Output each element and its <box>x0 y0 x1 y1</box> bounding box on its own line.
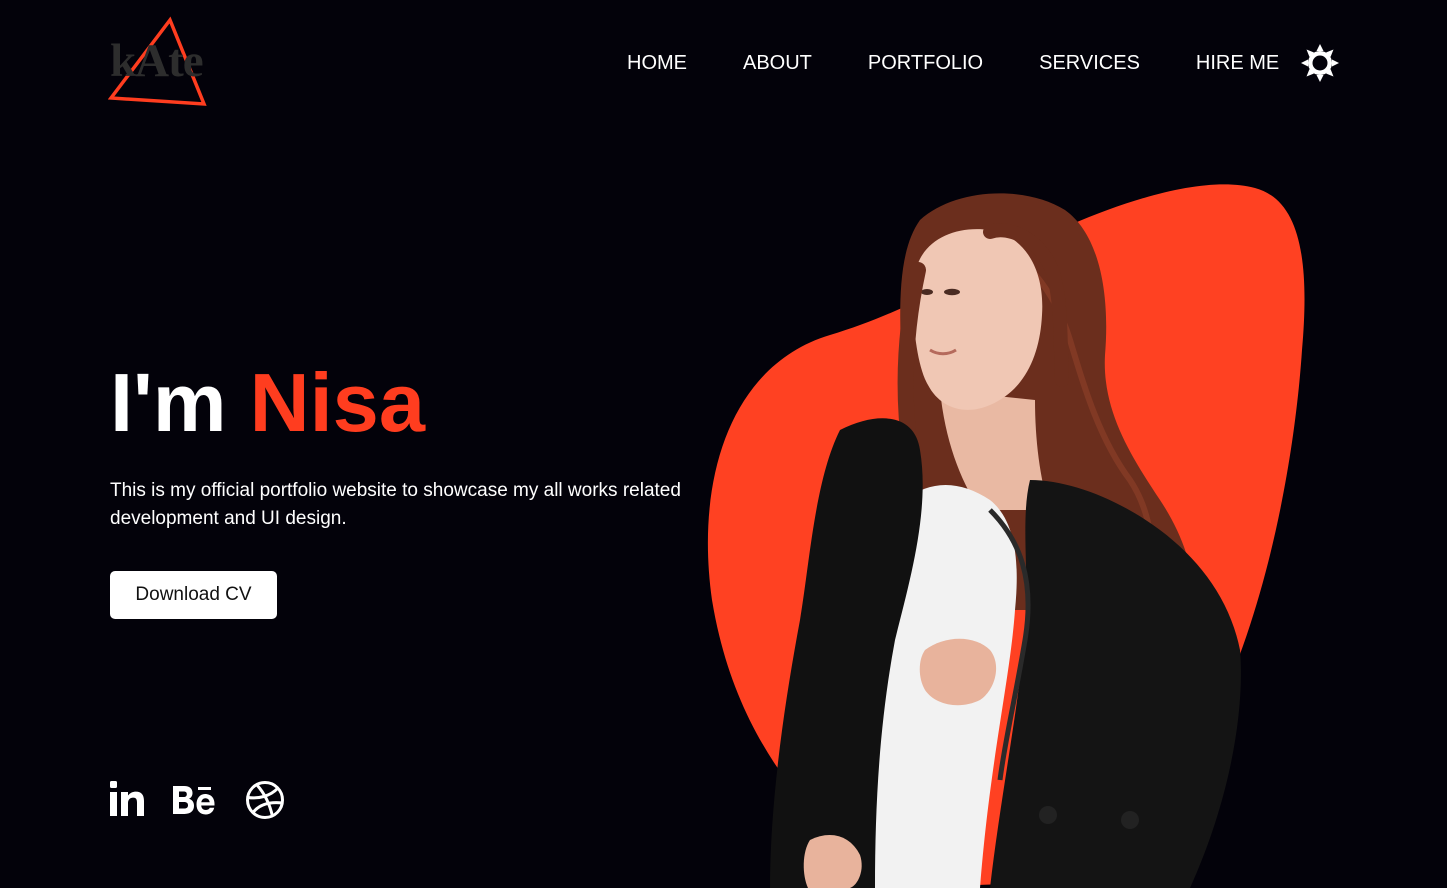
hero-description: This is my official portfolio website to… <box>110 480 681 529</box>
hero-greeting: I'm <box>110 356 227 449</box>
portrait-illustration <box>707 184 1305 888</box>
portfolio-page: kAte HOME ABOUT PORTFOLIO SERVICES HIRE … <box>0 0 1447 888</box>
dribbble-icon <box>246 781 284 819</box>
nav-item-portfolio[interactable]: PORTFOLIO <box>868 51 983 75</box>
nav-item-services[interactable]: SERVICES <box>1039 51 1140 75</box>
hero-portrait <box>690 180 1330 888</box>
download-cv-button[interactable]: Download CV <box>110 571 277 619</box>
hero-name: Nisa <box>249 356 425 449</box>
nav-item-about[interactable]: ABOUT <box>743 51 812 75</box>
dribbble-link[interactable] <box>245 780 285 825</box>
linkedin-icon <box>110 781 144 816</box>
nav-item-home[interactable]: HOME <box>627 51 687 75</box>
behance-link[interactable] <box>171 783 219 822</box>
behance-icon <box>173 786 215 815</box>
site-logo[interactable]: kAte <box>108 16 224 108</box>
sun-icon <box>1301 44 1339 82</box>
hero-title: I'm Nisa <box>110 356 425 450</box>
nav-item-hire-me[interactable]: HIRE ME <box>1196 51 1279 75</box>
linkedin-link[interactable] <box>108 781 146 822</box>
main-navigation: HOME ABOUT PORTFOLIO SERVICES HIRE ME <box>627 50 1279 76</box>
theme-toggle-button[interactable] <box>1300 43 1340 83</box>
logo-text: kAte <box>110 35 204 87</box>
